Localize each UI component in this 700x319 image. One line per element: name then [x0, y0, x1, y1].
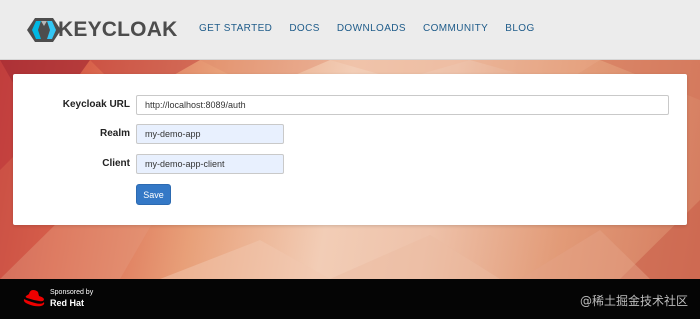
nav-blog[interactable]: BLOG [505, 23, 534, 34]
settings-form-card: Keycloak URL Realm Client Save [13, 74, 687, 225]
realm-input[interactable] [136, 124, 284, 144]
save-button[interactable]: Save [136, 184, 171, 205]
sponsor-name: Red Hat [50, 298, 85, 308]
sponsor-block[interactable]: Sponsored by Red Hat [22, 288, 93, 308]
nav-community[interactable]: COMMUNITY [423, 23, 488, 34]
top-nav: GET STARTED DOCS DOWNLOADS COMMUNITY BLO… [199, 23, 552, 34]
keycloak-url-input[interactable] [136, 95, 669, 115]
watermark-text: @稀土掘金技术社区 [579, 294, 688, 308]
realm-label: Realm [99, 128, 130, 139]
nav-docs[interactable]: DOCS [289, 23, 320, 34]
client-label: Client [102, 158, 130, 169]
client-input[interactable] [136, 154, 284, 174]
nav-get-started[interactable]: GET STARTED [199, 23, 272, 34]
url-label: Keycloak URL [62, 99, 130, 110]
keycloak-logo-icon [27, 16, 61, 44]
redhat-hat-icon [22, 288, 46, 308]
site-header: KEYCLOAK GET STARTED DOCS DOWNLOADS COMM… [0, 0, 700, 60]
site-footer: Sponsored by Red Hat @稀土掘金技术社区 [0, 279, 700, 319]
keycloak-logo[interactable]: KEYCLOAK [27, 16, 177, 44]
nav-downloads[interactable]: DOWNLOADS [337, 23, 406, 34]
sponsored-by-text: Sponsored by [50, 289, 94, 296]
brand-name: KEYCLOAK [58, 18, 178, 41]
